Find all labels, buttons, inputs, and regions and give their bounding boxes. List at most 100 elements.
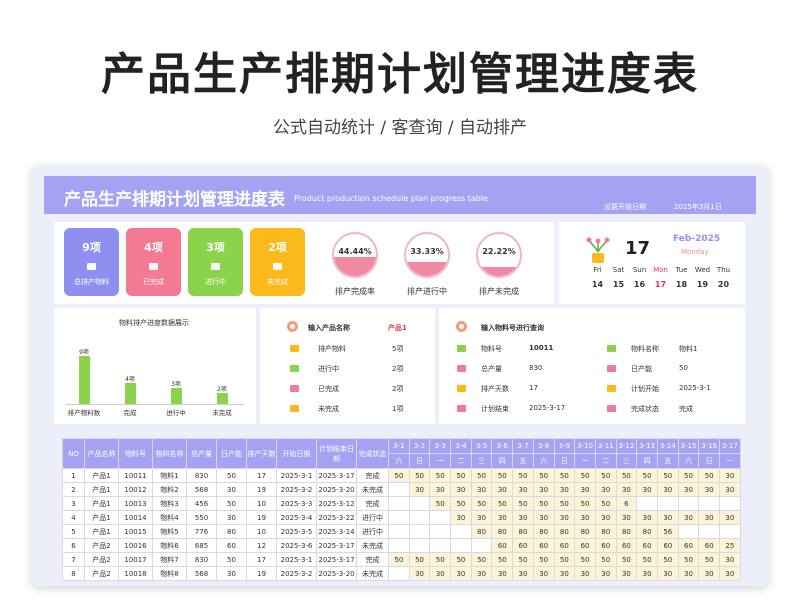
status-card-label: 未完成: [267, 278, 288, 286]
product-stat-value: 2项: [392, 365, 404, 373]
material-field-value: 830: [529, 364, 543, 372]
table-cell-start: 2025-3-2: [276, 482, 317, 497]
status-panel: 9项 总排产物料 4项 已完成 3项 进行中 2项 未完成 44.44% 排产完成率 33.33% 排…: [54, 222, 554, 304]
material-field-label: 总产量: [481, 365, 502, 373]
material-field-value: 50: [679, 364, 688, 372]
schedule-cell: 50: [636, 552, 658, 567]
schedule-cell: 60: [615, 538, 638, 553]
table-cell-product: 产品1: [84, 468, 119, 483]
schedule-cell: 50: [532, 496, 555, 511]
schedule-cell: [698, 496, 720, 511]
schedule-cell: [388, 510, 410, 525]
schedule-cell: 50: [553, 468, 576, 483]
chart-category-label: 未完成: [212, 409, 232, 417]
schedule-cell: 30: [450, 566, 472, 581]
table-row[interactable]: 2 产品1 10012 物料2 568 30 19 2025-3-2 2025-3-20 未完成 3…: [62, 482, 741, 497]
cube-icon: [87, 263, 96, 270]
table-row[interactable]: 1 产品1 10011 物料1 830 50 17 2025-3-1 2025-3-17 完成 50…: [62, 468, 741, 483]
flower-pot-icon: [586, 237, 610, 263]
calendar-date[interactable]: 16: [629, 280, 650, 289]
table-row[interactable]: 4 产品1 10014 物料4 550 30 19 2025-3-4 2025-3-22 进行中 3…: [62, 510, 741, 525]
weekday-header: 日: [698, 453, 720, 469]
column-header: 物料号: [118, 438, 153, 469]
table-cell-no: 3: [62, 496, 85, 511]
calendar-date[interactable]: 18: [671, 280, 692, 289]
table-row[interactable]: 3 产品1 10013 物料3 456 50 10 2025-3-3 2025-3-12 完成 50…: [62, 496, 741, 511]
date-header: 3-5: [470, 438, 493, 454]
material-field-label: 日产能: [631, 365, 652, 373]
table-cell-days: 10: [246, 496, 277, 511]
weekday-header: 日: [553, 453, 576, 469]
table-cell-days: 17: [246, 468, 277, 483]
table-cell-status: 未完成: [356, 566, 389, 581]
cube-icon: [457, 365, 466, 372]
schedule-cell: 50: [698, 468, 720, 483]
product-query-input[interactable]: 产品1: [388, 323, 407, 333]
page-subtitle: 公式自动统计 / 客查询 / 自动排产: [272, 118, 528, 138]
product-query-label: 输入产品名称: [308, 324, 350, 332]
table-cell-total: 830: [186, 468, 217, 483]
calendar-date[interactable]: 17: [650, 280, 671, 289]
schedule-cell: [408, 496, 431, 511]
cube-icon: [290, 345, 299, 352]
schedule-cell: 30: [470, 510, 493, 525]
table-cell-product: 产品1: [84, 496, 119, 511]
column-header: 产品名称: [84, 438, 119, 469]
calendar-date[interactable]: 14: [587, 280, 608, 289]
schedule-cell: 50: [470, 468, 493, 483]
material-field-value: 物料1: [679, 345, 698, 353]
table-row[interactable]: 5 产品1 10015 物料5 776 80 10 2025-3-5 2025-3-14 进行中 8…: [62, 524, 741, 539]
table-cell-name: 物料1: [152, 468, 187, 483]
schedule-cell: 50: [636, 468, 658, 483]
weekday-header: 三: [615, 453, 638, 469]
material-field-value[interactable]: 10011: [529, 344, 553, 352]
status-card[interactable]: 3项 进行中: [188, 228, 243, 296]
date-header: 3-13: [636, 438, 658, 454]
status-card[interactable]: 9项 总排产物料: [64, 228, 119, 296]
schedule-cell: 80: [553, 524, 576, 539]
table-cell-code: 10015: [118, 524, 153, 539]
table-cell-name: 物料7: [152, 552, 187, 567]
material-query-icon: [456, 321, 467, 332]
calendar-date[interactable]: 15: [608, 280, 629, 289]
schedule-cell: 80: [512, 524, 534, 539]
schedule-cell: 50: [388, 552, 410, 567]
table-row[interactable]: 6 产品2 10016 物料6 685 60 12 2025-3-6 2025-3-17 未完成 6…: [62, 538, 741, 553]
table-cell-end: 2025-3-17: [316, 538, 357, 553]
schedule-cell: 60: [532, 538, 555, 553]
status-card[interactable]: 4项 已完成: [126, 228, 181, 296]
weekday-header: 六: [677, 453, 700, 469]
start-date-value[interactable]: 2025年3月1日: [674, 202, 722, 212]
schedule-cell: 30: [698, 482, 720, 497]
table-cell-no: 5: [62, 524, 85, 539]
table-cell-no: 8: [62, 566, 85, 581]
schedule-cell: 50: [429, 468, 452, 483]
calendar-date[interactable]: 19: [692, 280, 713, 289]
weekday-header: 二: [594, 453, 617, 469]
calendar-date[interactable]: 20: [713, 280, 734, 289]
schedule-cell: [388, 496, 410, 511]
table-cell-end: 2025-3-20: [316, 566, 357, 581]
table-cell-total: 568: [186, 566, 217, 581]
table-cell-code: 10018: [118, 566, 153, 581]
table-cell-end: 2025-3-14: [316, 524, 357, 539]
calendar-panel: 17 Feb-2025 Monday Fri Sat Sun Mon Tue Wed Thu…: [559, 222, 745, 304]
material-field-value: 17: [529, 384, 538, 392]
cube-icon: [457, 405, 466, 412]
schedule-cell: 50: [677, 552, 700, 567]
schedule-cell: 30: [553, 482, 576, 497]
cube-icon: [607, 385, 616, 392]
schedule-cell: 30: [470, 482, 493, 497]
schedule-cell: 50: [450, 468, 472, 483]
gauge-percent: 33.33%: [410, 247, 444, 256]
table-cell-code: 10017: [118, 552, 153, 567]
chart-baseline: [66, 404, 244, 405]
material-query-panel: 输入物料号进行查询 物料号 10011 总产量 830 排产天数 17 计划结束 2025-3…: [439, 308, 745, 424]
status-card[interactable]: 2项 未完成: [250, 228, 305, 296]
schedule-cell: 50: [429, 496, 452, 511]
status-card-count: 3项: [206, 241, 225, 254]
weekday-header: 四: [491, 453, 514, 469]
table-row[interactable]: 7 产品2 10017 物料7 830 50 17 2025-3-1 2025-3-17 完成 50…: [62, 552, 741, 567]
table-row[interactable]: 8 产品2 10018 物料8 568 30 19 2025-3-2 2025-3-20 未完成 3…: [62, 566, 741, 581]
schedule-cell: 50: [553, 496, 576, 511]
